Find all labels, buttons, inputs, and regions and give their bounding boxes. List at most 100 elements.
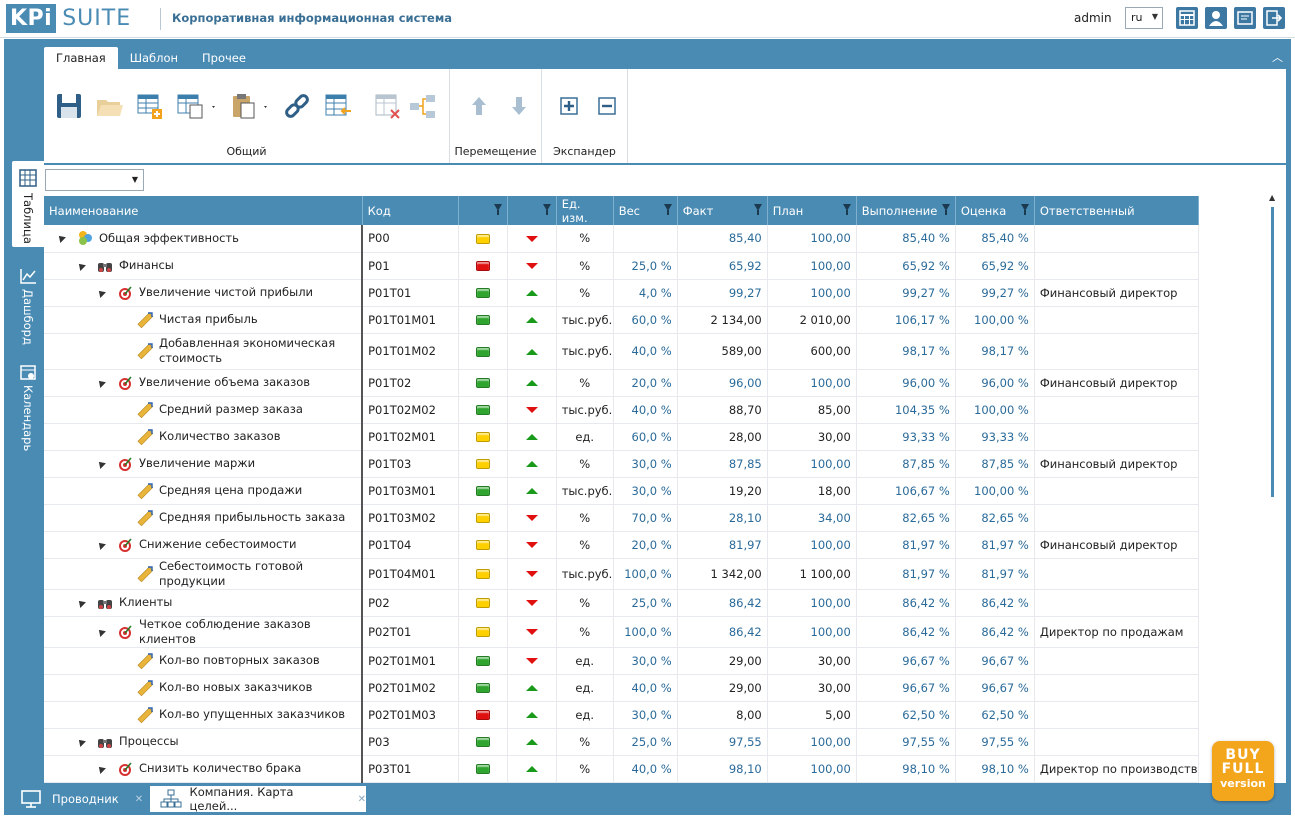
table-row[interactable]: Процессы P03% 25,0 % 97,55 100,00 97,55 % 97,5… bbox=[44, 728, 1200, 756]
expander-icon[interactable] bbox=[96, 458, 106, 469]
close-icon[interactable]: ✕ bbox=[358, 794, 366, 805]
table-row[interactable]: Увеличение чистой прибыли P01T01% 4,0 % 99,… bbox=[44, 279, 1200, 307]
view-select[interactable]: ▼ bbox=[45, 169, 144, 191]
column-header-trend[interactable] bbox=[507, 196, 557, 225]
table-row[interactable]: Финансы P01% 25,0 % 65,92 100,00 65,92 % 65,92… bbox=[44, 252, 1200, 280]
table-row[interactable]: Увеличение маржи P01T03% 30,0 % 87,85 100,00… bbox=[44, 450, 1200, 478]
calendar-grid-icon[interactable] bbox=[1176, 7, 1198, 29]
user-name[interactable]: admin bbox=[1074, 11, 1112, 25]
column-header-weight[interactable]: Вес bbox=[613, 196, 678, 225]
filter-icon[interactable] bbox=[493, 204, 502, 215]
expander-icon[interactable] bbox=[76, 597, 86, 608]
import-table-icon[interactable] bbox=[322, 91, 352, 121]
filter-icon[interactable] bbox=[842, 204, 851, 215]
table-row[interactable]: Себестоимость готовой продукции P01T04M01… bbox=[44, 558, 1200, 590]
paste-dropdown-icon[interactable] bbox=[228, 91, 272, 121]
collapse-all-icon[interactable] bbox=[592, 91, 622, 121]
hierarchy-icon[interactable] bbox=[408, 91, 438, 121]
open-folder-icon[interactable] bbox=[94, 91, 124, 121]
column-header-score[interactable]: Оценка bbox=[955, 196, 1035, 225]
filter-icon[interactable] bbox=[941, 204, 950, 215]
scrollbar-thumb[interactable] bbox=[1271, 207, 1274, 497]
tab-template[interactable]: Шаблон bbox=[118, 47, 190, 69]
logout-icon[interactable] bbox=[1263, 7, 1285, 29]
column-header-plan[interactable]: План bbox=[767, 196, 857, 225]
expander-icon[interactable] bbox=[96, 287, 106, 298]
copy-row-dropdown-icon[interactable] bbox=[174, 91, 218, 121]
doc-tab-company-map[interactable]: Компания. Карта целей... ✕ bbox=[150, 785, 366, 813]
save-icon[interactable] bbox=[54, 91, 84, 121]
table-row[interactable]: Общая эффективность P00% 85,40 100,00 85,40 … bbox=[44, 225, 1200, 253]
link-icon[interactable] bbox=[282, 91, 312, 121]
cell-unit: ед. bbox=[556, 674, 614, 702]
table-row[interactable]: Клиенты P02% 25,0 % 86,42 100,00 86,42 % 86,42… bbox=[44, 589, 1200, 617]
column-header-unit[interactable]: Ед. изм. bbox=[556, 196, 614, 225]
table-row[interactable]: Кол-во упущенных заказчиков P02T01M03 ед. 3… bbox=[44, 701, 1200, 729]
table-row[interactable]: Снижение себестоимости P01T04% 20,0 % 81,97… bbox=[44, 531, 1200, 559]
table-row[interactable]: Кол-во повторных заказов P02T01M01 ед. 30,0… bbox=[44, 647, 1200, 675]
table-row[interactable]: Добавленная экономическая стоимость P01T0… bbox=[44, 333, 1200, 370]
filter-icon[interactable] bbox=[663, 204, 672, 215]
add-row-icon[interactable] bbox=[134, 91, 164, 121]
cell-unit: % bbox=[556, 504, 614, 532]
report-icon[interactable] bbox=[1234, 7, 1256, 29]
table-row[interactable]: Увеличение объема заказов P01T02% 20,0 % 96… bbox=[44, 369, 1200, 397]
table-row[interactable]: Средний размер заказа P01T02M02 тыс.руб. 40… bbox=[44, 396, 1200, 424]
side-tab-table[interactable]: Таблица bbox=[12, 161, 44, 247]
cell-status bbox=[458, 369, 508, 397]
collapse-ribbon-icon[interactable]: ︿ bbox=[1272, 49, 1283, 65]
cell-name: Увеличение объема заказов bbox=[44, 369, 363, 397]
cell-owner bbox=[1034, 306, 1200, 334]
language-select[interactable]: ru ▼ bbox=[1125, 7, 1163, 29]
expander-icon[interactable] bbox=[96, 626, 106, 637]
cell-name: Четкое соблюдение заказов клиентов bbox=[44, 616, 363, 648]
column-header-name[interactable]: Наименование bbox=[44, 196, 363, 225]
doc-tab-explorer[interactable]: Проводник ✕ bbox=[20, 786, 148, 812]
delete-row-icon[interactable] bbox=[372, 91, 402, 121]
column-header-status[interactable] bbox=[458, 196, 508, 225]
table-row[interactable]: Средняя прибыльность заказа P01T03M02% 70,… bbox=[44, 504, 1200, 532]
column-header-owner[interactable]: Ответственный bbox=[1034, 196, 1200, 225]
expander-icon[interactable] bbox=[96, 539, 106, 550]
tab-home[interactable]: Главная bbox=[44, 47, 118, 69]
monitor-icon bbox=[21, 790, 41, 808]
filter-icon[interactable] bbox=[542, 204, 551, 215]
column-header-owner-label: Ответственный bbox=[1039, 203, 1135, 218]
cell-code: P01T03 bbox=[361, 450, 459, 478]
cell-trend bbox=[507, 252, 557, 280]
side-tab-dashboard[interactable]: Дашборд bbox=[12, 261, 44, 351]
table-row[interactable]: Количество заказов P01T02M01 ед. 60,0 % 28,0… bbox=[44, 423, 1200, 451]
close-icon[interactable]: ✕ bbox=[135, 794, 143, 805]
filter-icon[interactable] bbox=[753, 204, 762, 215]
expander-icon[interactable] bbox=[96, 377, 106, 388]
vertical-scrollbar[interactable]: ▲ bbox=[1268, 193, 1278, 783]
buy-full-version-badge[interactable]: BUY FULL version bbox=[1212, 741, 1274, 801]
expander-icon[interactable] bbox=[76, 736, 86, 747]
filter-icon[interactable] bbox=[1020, 204, 1029, 215]
expander-icon[interactable] bbox=[56, 233, 66, 244]
cell-score: 87,85 % bbox=[955, 450, 1035, 478]
user-icon[interactable] bbox=[1205, 7, 1227, 29]
expander-icon[interactable] bbox=[96, 763, 106, 774]
table-row[interactable]: Чистая прибыль P01T01M01 тыс.руб. 60,0 % 2 1… bbox=[44, 306, 1200, 334]
expander-icon[interactable] bbox=[76, 260, 86, 271]
column-header-performance[interactable]: Выполнение bbox=[856, 196, 956, 225]
expand-all-icon[interactable] bbox=[554, 91, 584, 121]
column-header-code[interactable]: Код bbox=[362, 196, 459, 225]
move-up-icon[interactable] bbox=[464, 91, 494, 121]
table-row[interactable]: Снизить количество брака P03T01% 40,0 % 98,… bbox=[44, 755, 1200, 783]
move-down-icon[interactable] bbox=[504, 91, 534, 121]
table-row[interactable]: Средняя цена продажи P01T03M01 тыс.руб. 30,… bbox=[44, 477, 1200, 505]
table-header-row: Наименование Код Ед. изм. Вес Факт План … bbox=[44, 196, 1200, 225]
table-row[interactable]: Четкое соблюдение заказов клиентов P02T01… bbox=[44, 616, 1200, 648]
cell-code: P02T01M01 bbox=[361, 647, 459, 675]
table-row[interactable]: Кол-во новых заказчиков P02T01M02 ед. 40,0 … bbox=[44, 674, 1200, 702]
column-header-fact[interactable]: Факт bbox=[677, 196, 768, 225]
cell-trend bbox=[507, 504, 557, 532]
cell-performance: 106,17 % bbox=[856, 306, 956, 334]
scroll-up-icon[interactable]: ▲ bbox=[1269, 193, 1275, 202]
side-tab-calendar[interactable]: Календарь bbox=[12, 359, 44, 459]
status-lamp-icon bbox=[475, 432, 490, 442]
cell-score: 81,97 % bbox=[955, 531, 1035, 559]
tab-other[interactable]: Прочее bbox=[190, 47, 258, 69]
